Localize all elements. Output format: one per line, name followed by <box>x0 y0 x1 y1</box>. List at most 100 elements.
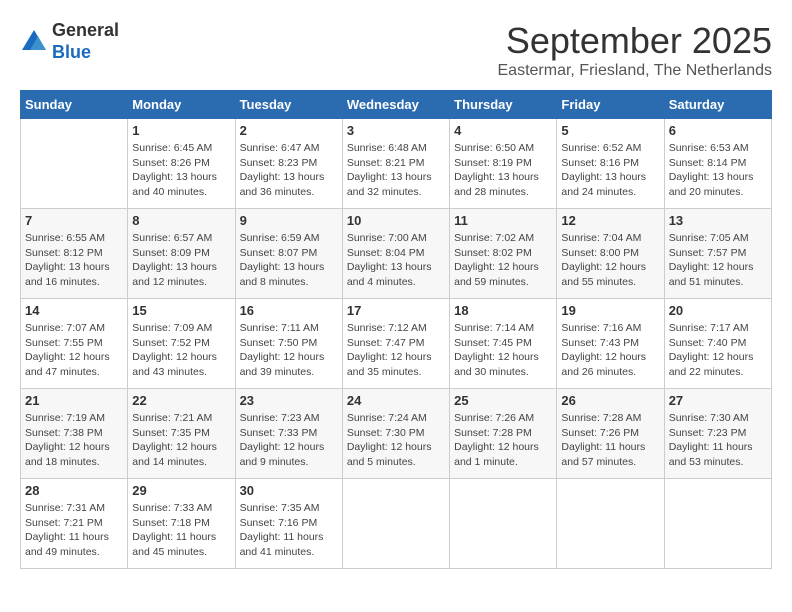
day-info: Sunrise: 7:26 AM Sunset: 7:28 PM Dayligh… <box>454 411 552 470</box>
day-number: 26 <box>561 393 659 408</box>
day-info: Sunrise: 7:31 AM Sunset: 7:21 PM Dayligh… <box>25 501 123 560</box>
day-info: Sunrise: 7:19 AM Sunset: 7:38 PM Dayligh… <box>25 411 123 470</box>
calendar-table: SundayMondayTuesdayWednesdayThursdayFrid… <box>20 90 772 569</box>
day-number: 13 <box>669 213 767 228</box>
day-number: 22 <box>132 393 230 408</box>
day-number: 20 <box>669 303 767 318</box>
calendar-cell: 11 Sunrise: 7:02 AM Sunset: 8:02 PM Dayli… <box>450 209 557 299</box>
day-info: Sunrise: 7:21 AM Sunset: 7:35 PM Dayligh… <box>132 411 230 470</box>
calendar-cell: 1Sunrise: 6:45 AM Sunset: 8:26 PM Daylig… <box>128 119 235 209</box>
day-info: Sunrise: 6:59 AM Sunset: 8:07 PM Dayligh… <box>240 231 338 290</box>
calendar-week-row: 14 Sunrise: 7:07 AM Sunset: 7:55 PM Dayli… <box>21 299 772 389</box>
calendar-cell: 7 Sunrise: 6:55 AM Sunset: 8:12 PM Daylig… <box>21 209 128 299</box>
day-number: 24 <box>347 393 445 408</box>
day-info: Sunrise: 7:02 AM Sunset: 8:02 PM Dayligh… <box>454 231 552 290</box>
weekday-header: Sunday <box>21 91 128 119</box>
calendar-cell: 30 Sunrise: 7:35 AM Sunset: 7:16 PM Dayli… <box>235 479 342 569</box>
day-info: Sunrise: 7:07 AM Sunset: 7:55 PM Dayligh… <box>25 321 123 380</box>
calendar-cell: 26 Sunrise: 7:28 AM Sunset: 7:26 PM Dayli… <box>557 389 664 479</box>
calendar-cell: 2 Sunrise: 6:47 AM Sunset: 8:23 PM Daylig… <box>235 119 342 209</box>
calendar-cell: 23 Sunrise: 7:23 AM Sunset: 7:33 PM Dayli… <box>235 389 342 479</box>
calendar-cell: 29 Sunrise: 7:33 AM Sunset: 7:18 PM Dayli… <box>128 479 235 569</box>
day-number: 11 <box>454 213 552 228</box>
calendar-cell: 10Sunrise: 7:00 AM Sunset: 8:04 PM Dayli… <box>342 209 449 299</box>
weekday-header: Friday <box>557 91 664 119</box>
calendar-cell: 20Sunrise: 7:17 AM Sunset: 7:40 PM Dayli… <box>664 299 771 389</box>
day-number: 27 <box>669 393 767 408</box>
weekday-header: Tuesday <box>235 91 342 119</box>
day-number: 9 <box>240 213 338 228</box>
day-number: 1 <box>132 123 230 138</box>
calendar-cell: 17Sunrise: 7:12 AM Sunset: 7:47 PM Dayli… <box>342 299 449 389</box>
calendar-cell: 12 Sunrise: 7:04 AM Sunset: 8:00 PM Dayli… <box>557 209 664 299</box>
month-title: September 2025 <box>498 20 773 62</box>
day-info: Sunrise: 7:35 AM Sunset: 7:16 PM Dayligh… <box>240 501 338 560</box>
calendar-cell: 13 Sunrise: 7:05 AM Sunset: 7:57 PM Dayli… <box>664 209 771 299</box>
calendar-cell: 6Sunrise: 6:53 AM Sunset: 8:14 PM Daylig… <box>664 119 771 209</box>
day-info: Sunrise: 7:00 AM Sunset: 8:04 PM Dayligh… <box>347 231 445 290</box>
calendar-cell: 16 Sunrise: 7:11 AM Sunset: 7:50 PM Dayli… <box>235 299 342 389</box>
calendar-cell: 21 Sunrise: 7:19 AM Sunset: 7:38 PM Dayli… <box>21 389 128 479</box>
calendar-cell: 22 Sunrise: 7:21 AM Sunset: 7:35 PM Dayli… <box>128 389 235 479</box>
day-info: Sunrise: 7:09 AM Sunset: 7:52 PM Dayligh… <box>132 321 230 380</box>
day-number: 15 <box>132 303 230 318</box>
calendar-cell: 28 Sunrise: 7:31 AM Sunset: 7:21 PM Dayli… <box>21 479 128 569</box>
calendar-cell <box>21 119 128 209</box>
location-subtitle: Eastermar, Friesland, The Netherlands <box>498 62 773 80</box>
day-info: Sunrise: 6:50 AM Sunset: 8:19 PM Dayligh… <box>454 141 552 200</box>
day-info: Sunrise: 7:30 AM Sunset: 7:23 PM Dayligh… <box>669 411 767 470</box>
day-number: 18 <box>454 303 552 318</box>
day-number: 28 <box>25 483 123 498</box>
day-info: Sunrise: 7:28 AM Sunset: 7:26 PM Dayligh… <box>561 411 659 470</box>
calendar-header: SundayMondayTuesdayWednesdayThursdayFrid… <box>21 91 772 119</box>
calendar-cell <box>342 479 449 569</box>
day-number: 12 <box>561 213 659 228</box>
calendar-body: 1Sunrise: 6:45 AM Sunset: 8:26 PM Daylig… <box>21 119 772 569</box>
calendar-cell: 5Sunrise: 6:52 AM Sunset: 8:16 PM Daylig… <box>557 119 664 209</box>
calendar-cell: 18Sunrise: 7:14 AM Sunset: 7:45 PM Dayli… <box>450 299 557 389</box>
calendar-week-row: 21 Sunrise: 7:19 AM Sunset: 7:38 PM Dayli… <box>21 389 772 479</box>
day-number: 16 <box>240 303 338 318</box>
title-area: September 2025 Eastermar, Friesland, The… <box>498 20 773 80</box>
calendar-cell: 14 Sunrise: 7:07 AM Sunset: 7:55 PM Dayli… <box>21 299 128 389</box>
day-number: 8 <box>132 213 230 228</box>
day-number: 4 <box>454 123 552 138</box>
calendar-cell: 19 Sunrise: 7:16 AM Sunset: 7:43 PM Dayli… <box>557 299 664 389</box>
day-number: 21 <box>25 393 123 408</box>
day-info: Sunrise: 6:47 AM Sunset: 8:23 PM Dayligh… <box>240 141 338 200</box>
day-number: 29 <box>132 483 230 498</box>
calendar-cell: 25Sunrise: 7:26 AM Sunset: 7:28 PM Dayli… <box>450 389 557 479</box>
day-info: Sunrise: 7:16 AM Sunset: 7:43 PM Dayligh… <box>561 321 659 380</box>
day-info: Sunrise: 7:05 AM Sunset: 7:57 PM Dayligh… <box>669 231 767 290</box>
calendar-cell <box>450 479 557 569</box>
day-number: 19 <box>561 303 659 318</box>
day-number: 7 <box>25 213 123 228</box>
day-number: 30 <box>240 483 338 498</box>
calendar-cell: 24Sunrise: 7:24 AM Sunset: 7:30 PM Dayli… <box>342 389 449 479</box>
calendar-cell: 4 Sunrise: 6:50 AM Sunset: 8:19 PM Daylig… <box>450 119 557 209</box>
calendar-cell: 8Sunrise: 6:57 AM Sunset: 8:09 PM Daylig… <box>128 209 235 299</box>
calendar-week-row: 1Sunrise: 6:45 AM Sunset: 8:26 PM Daylig… <box>21 119 772 209</box>
logo: General Blue <box>20 20 119 63</box>
calendar-cell: 15 Sunrise: 7:09 AM Sunset: 7:52 PM Dayli… <box>128 299 235 389</box>
day-number: 5 <box>561 123 659 138</box>
calendar-cell: 27 Sunrise: 7:30 AM Sunset: 7:23 PM Dayli… <box>664 389 771 479</box>
calendar-cell <box>664 479 771 569</box>
day-number: 3 <box>347 123 445 138</box>
day-info: Sunrise: 7:12 AM Sunset: 7:47 PM Dayligh… <box>347 321 445 380</box>
calendar-week-row: 7 Sunrise: 6:55 AM Sunset: 8:12 PM Daylig… <box>21 209 772 299</box>
day-info: Sunrise: 7:11 AM Sunset: 7:50 PM Dayligh… <box>240 321 338 380</box>
day-number: 23 <box>240 393 338 408</box>
weekday-header: Monday <box>128 91 235 119</box>
logo-icon <box>20 28 48 56</box>
day-info: Sunrise: 6:55 AM Sunset: 8:12 PM Dayligh… <box>25 231 123 290</box>
day-info: Sunrise: 7:33 AM Sunset: 7:18 PM Dayligh… <box>132 501 230 560</box>
day-number: 14 <box>25 303 123 318</box>
weekday-header: Wednesday <box>342 91 449 119</box>
day-info: Sunrise: 7:23 AM Sunset: 7:33 PM Dayligh… <box>240 411 338 470</box>
calendar-cell: 3Sunrise: 6:48 AM Sunset: 8:21 PM Daylig… <box>342 119 449 209</box>
day-number: 2 <box>240 123 338 138</box>
weekday-header: Saturday <box>664 91 771 119</box>
calendar-cell <box>557 479 664 569</box>
day-info: Sunrise: 7:04 AM Sunset: 8:00 PM Dayligh… <box>561 231 659 290</box>
